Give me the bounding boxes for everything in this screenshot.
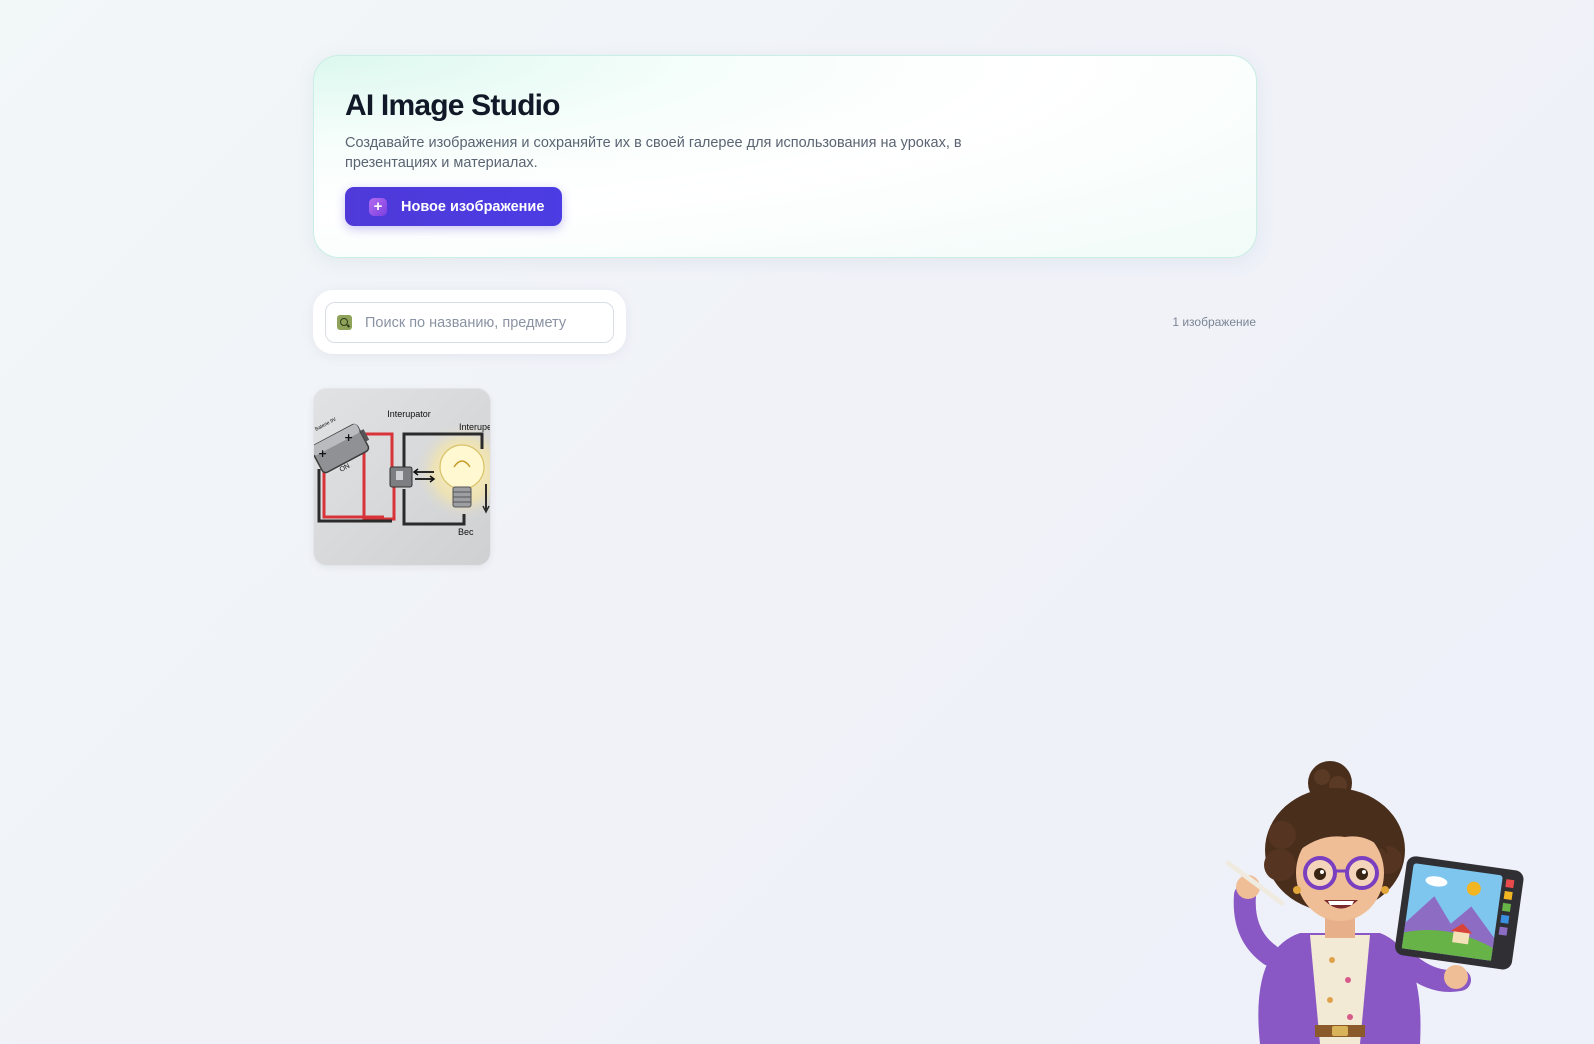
search-input[interactable] (365, 314, 571, 331)
new-image-button-label: Новое изображение (401, 198, 545, 215)
page-title: AI Image Studio (345, 89, 560, 122)
search-card (313, 290, 626, 354)
circuit-image: + + Interupator Interupe Baterie 9V ON B… (314, 389, 491, 565)
search-box[interactable] (325, 302, 614, 343)
teacher-mascot-illustration (1225, 761, 1524, 1044)
new-image-button[interactable]: + Новое изображение (345, 187, 562, 226)
svg-text:+: + (344, 431, 353, 444)
label-top: Interupator (387, 409, 431, 419)
label-right: Interupe (459, 422, 491, 432)
hero-card: AI Image Studio Создавайте изображения и… (313, 55, 1257, 258)
page-description: Создавайте изображения и сохраняйте их в… (345, 135, 962, 171)
gallery-item[interactable]: + + Interupator Interupe Baterie 9V ON B… (313, 388, 491, 566)
plus-icon: + (369, 197, 387, 216)
label-bulb: Bec (458, 527, 474, 537)
svg-text:+: + (318, 447, 327, 460)
image-count: 1 изображение (1172, 315, 1256, 329)
search-icon (337, 315, 352, 330)
